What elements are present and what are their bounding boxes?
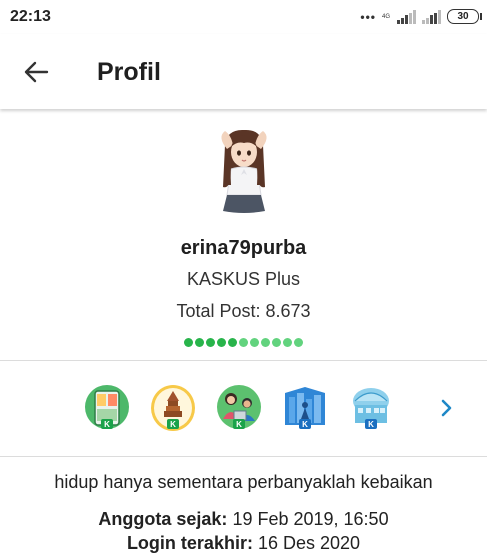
back-button[interactable] (18, 54, 54, 90)
signal-secondary-icon (422, 9, 441, 24)
avatar-character-icon (221, 129, 267, 213)
arrow-left-icon (24, 61, 49, 83)
reputation-dot (206, 338, 215, 347)
reputation-dot (217, 338, 226, 347)
network-type: 4G (381, 13, 390, 20)
member-since-value: 19 Feb 2019, 16:50 (232, 509, 389, 529)
badge-item[interactable]: K (149, 383, 197, 433)
reputation-dot (294, 338, 303, 347)
kaskus-building-badge-icon: K (353, 388, 389, 429)
more-notifications-icon: ••• (360, 9, 376, 24)
page-title: Profil (97, 58, 161, 86)
app-bar: Profil (0, 34, 487, 109)
divider (0, 456, 487, 457)
svg-text:K: K (302, 420, 308, 429)
badge-list: K K K K K (83, 383, 395, 433)
status-bar: 22:13 ••• 4G 30 (0, 0, 487, 34)
status-icons: ••• 4G 30 (360, 9, 482, 24)
reputation-dot (261, 338, 270, 347)
last-login-label: Login terakhir: (126, 533, 253, 553)
last-login-value: 16 Des 2020 (257, 533, 361, 553)
reputation-dot (239, 338, 248, 347)
battery-icon: 30 (447, 9, 482, 24)
divider (0, 360, 487, 361)
kaskus-fridge-badge-icon: K (85, 385, 129, 429)
reputation-dot (195, 338, 204, 347)
chevron-right-icon (441, 399, 452, 417)
svg-text:K: K (236, 420, 242, 429)
member-since: Anggota sejak: 19 Feb 2019, 16:50 (0, 509, 487, 530)
svg-text:K: K (170, 420, 176, 429)
badge-item[interactable]: K (83, 383, 131, 433)
signal-icon (397, 9, 416, 24)
username: erina79purba (180, 237, 307, 259)
kaskus-family-badge-icon: K (217, 385, 261, 429)
reputation-bar (184, 338, 303, 347)
badge-item[interactable]: K (215, 383, 263, 433)
reputation-dot (283, 338, 292, 347)
kaskus-temple-badge-icon: K (151, 385, 195, 431)
last-login: Login terakhir: 16 Des 2020 (0, 533, 487, 554)
status-time: 22:13 (10, 8, 51, 25)
badge-item[interactable]: K (347, 383, 395, 433)
reputation-dot (228, 338, 237, 347)
badges-next-button[interactable] (436, 398, 456, 418)
svg-text:K: K (368, 420, 374, 429)
svg-text:K: K (104, 420, 110, 429)
total-post: Total Post: 8.673 (176, 301, 311, 321)
reputation-dot (250, 338, 259, 347)
reputation-dot (184, 338, 193, 347)
avatar[interactable] (205, 125, 283, 217)
user-rank: KASKUS Plus (186, 269, 301, 289)
reputation-dot (272, 338, 281, 347)
user-bio: hidup hanya sementara perbanyaklah kebai… (54, 472, 433, 492)
kaskus-city-badge-icon: K (285, 387, 325, 429)
member-since-label: Anggota sejak: (98, 509, 228, 529)
badge-item[interactable]: K (281, 383, 329, 433)
